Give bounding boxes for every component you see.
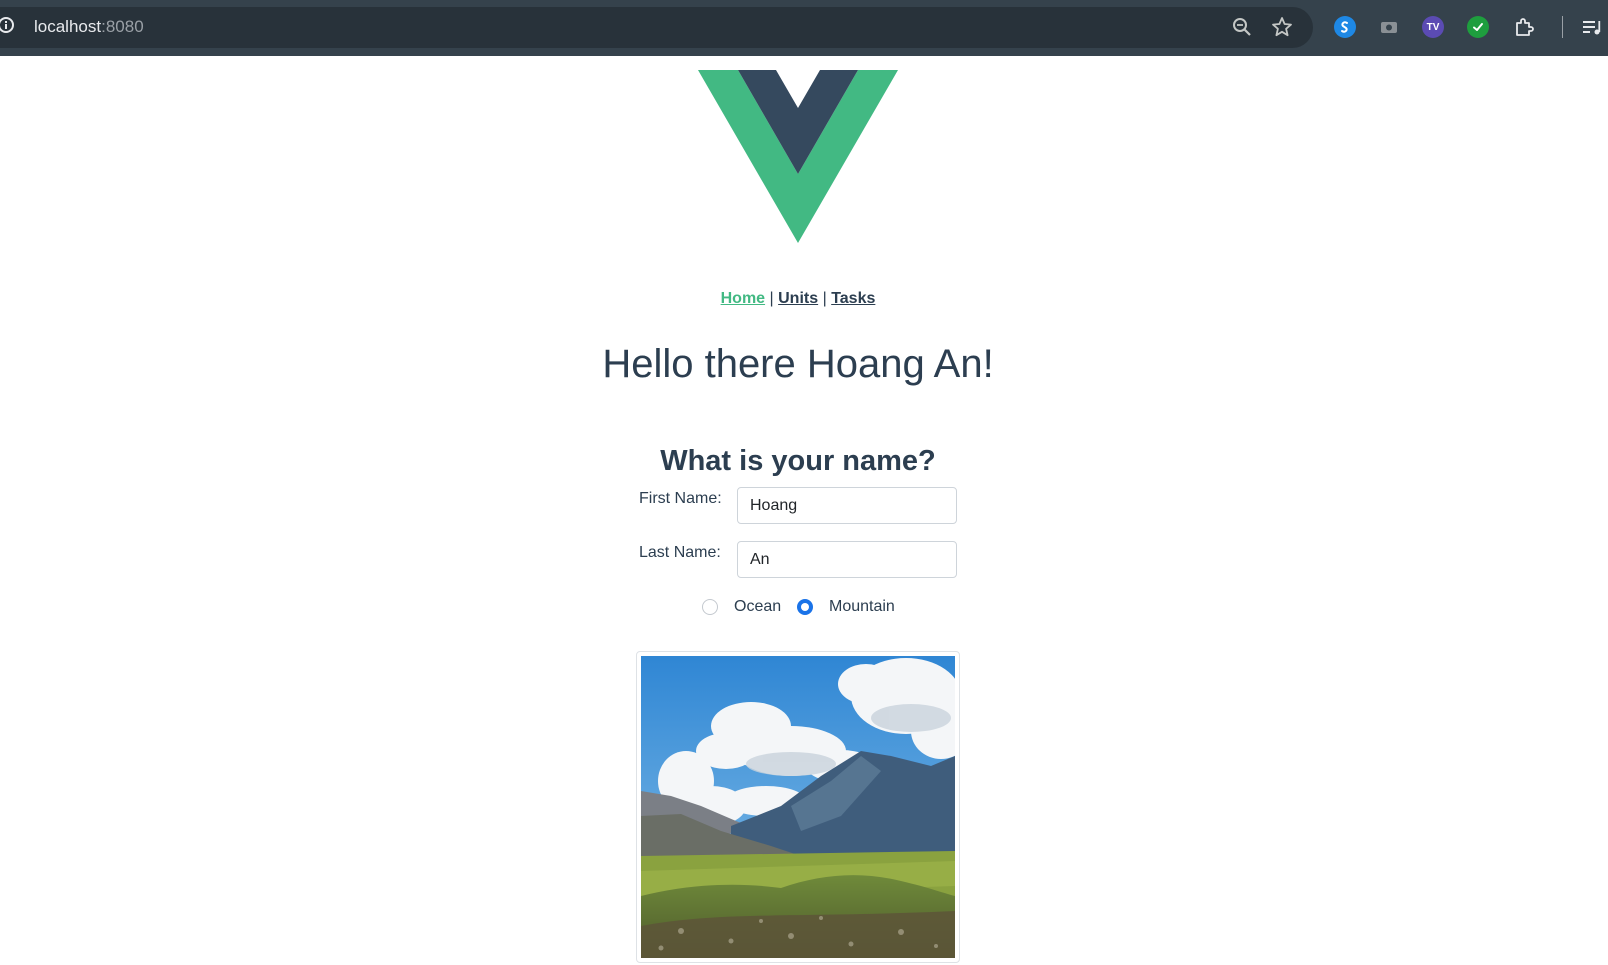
mountain-radio-label[interactable]: Mountain bbox=[829, 597, 895, 617]
mountain-image bbox=[641, 656, 955, 958]
extensions-puzzle-icon[interactable] bbox=[1512, 15, 1536, 39]
nav-separator: | bbox=[769, 290, 774, 307]
toolbar-divider bbox=[1562, 16, 1563, 38]
nav-separator: | bbox=[822, 290, 827, 307]
greeting-heading: Hello there Hoang An! bbox=[602, 342, 994, 386]
zoom-icon[interactable] bbox=[1230, 15, 1254, 39]
address-bar[interactable] bbox=[0, 7, 1313, 48]
camera-extension-icon[interactable] bbox=[1378, 16, 1400, 38]
first-name-label: First Name: bbox=[639, 490, 722, 507]
mountain-image-frame bbox=[636, 651, 960, 963]
last-name-input[interactable] bbox=[737, 541, 957, 578]
nav-link-units[interactable]: Units bbox=[778, 290, 818, 307]
media-queue-icon[interactable] bbox=[1580, 15, 1604, 39]
browser-toolbar: localhost:8080 TV bbox=[0, 0, 1608, 56]
url-host: localhost bbox=[34, 17, 102, 36]
check-extension-icon[interactable] bbox=[1467, 16, 1489, 38]
ocean-radio-label[interactable]: Ocean bbox=[734, 597, 781, 617]
shazam-extension-icon[interactable] bbox=[1334, 16, 1356, 38]
main-nav: Home | Units | Tasks bbox=[0, 289, 1596, 309]
last-name-label: Last Name: bbox=[639, 544, 721, 561]
nav-link-tasks[interactable]: Tasks bbox=[831, 290, 875, 307]
tv-extension-icon[interactable]: TV bbox=[1422, 16, 1444, 38]
ocean-radio[interactable] bbox=[702, 599, 718, 615]
name-question-heading: What is your name? bbox=[660, 445, 936, 477]
nav-link-home[interactable]: Home bbox=[721, 290, 765, 307]
vue-logo bbox=[698, 70, 898, 243]
mountain-radio[interactable] bbox=[797, 599, 813, 615]
star-icon[interactable] bbox=[1270, 15, 1294, 39]
tv-extension-label: TV bbox=[1426, 21, 1440, 33]
url-text[interactable]: localhost:8080 bbox=[34, 17, 144, 37]
url-port: :8080 bbox=[101, 17, 144, 36]
first-name-input[interactable] bbox=[737, 487, 957, 524]
